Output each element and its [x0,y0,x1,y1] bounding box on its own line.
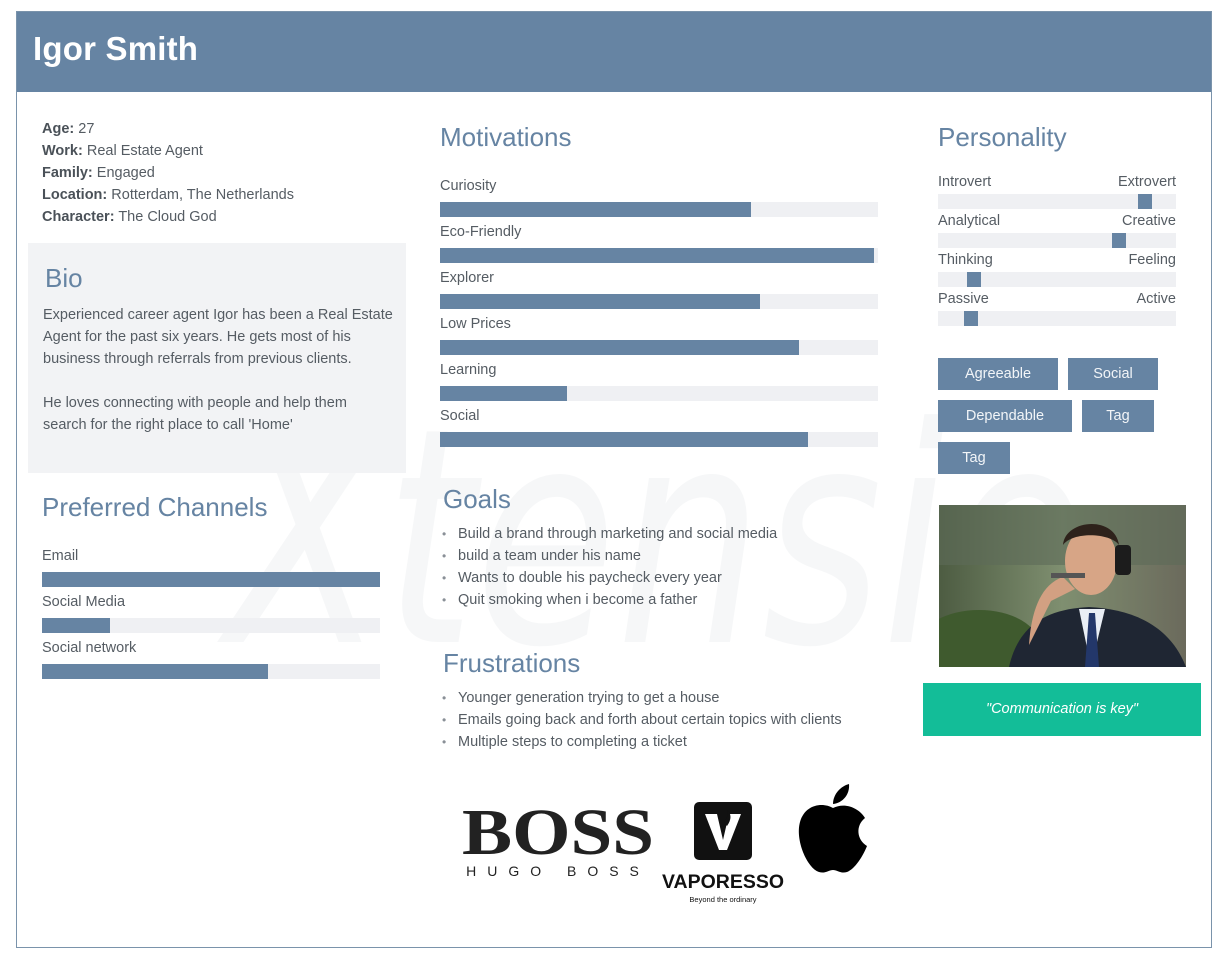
info-character: Character: The Cloud God [42,209,217,225]
motivation-label-learning: Learning [440,362,497,378]
trait-slider-marker [1111,233,1126,248]
frustration-item: Younger generation trying to get a house [441,687,842,709]
motivation-fill-curiosity [440,202,751,217]
frustrations-title: Frustrations [443,648,581,678]
motivation-bar-explorer [440,294,878,309]
motivation-fill-low-prices [440,340,800,355]
motivation-bar-curiosity [440,202,878,217]
channel-bar-email [42,572,380,587]
goals-title: Goals [443,484,511,514]
trait-right-label: Extrovert [1117,174,1176,190]
motivation-label-explorer: Explorer [440,270,494,286]
motivation-fill-social [440,432,808,447]
channel-fill-social-network [42,664,269,679]
channel-label-email: Email [42,548,79,564]
info-family: Family: Engaged [42,165,155,181]
frustration-item: Emails going back and forth about certai… [441,709,842,731]
goal-item: Quit smoking when i become a father [441,589,777,611]
bio-title: Bio [45,263,83,293]
motivation-label-curiosity: Curiosity [440,178,497,194]
channel-label-social-network: Social network [42,640,137,656]
channel-label-social-media: Social Media [42,594,126,610]
info-age: Age: 27 [42,121,95,137]
motivation-label-social: Social [440,408,480,424]
channel-bar-social-media [42,618,380,633]
motivation-bar-learning [440,386,878,401]
trait-right-label: Active [1136,291,1177,307]
trait-left-label: Analytical [938,213,1001,229]
info-location: Location: Rotterdam, The Netherlands [42,187,294,203]
motivation-bar-low-prices [440,340,878,355]
tag-social[interactable]: Social [1068,358,1158,390]
channel-fill-social-media [42,618,110,633]
tag-generic[interactable]: Tag [938,442,1010,474]
goals-list: Build a brand through marketing and soci… [441,523,777,611]
trait-right-label: Creative [1122,213,1176,229]
bio-section: Bio Experienced career agent Igor has be… [28,243,406,473]
trait-slider-marker [1138,194,1153,209]
svg-text:VAPORESSO: VAPORESSO [662,872,784,893]
motivation-bar-social [440,432,878,447]
header-bar: Igor Smith [17,12,1211,92]
persona-card: Igor Smith Xtensio Age: 27 Work: Real Es… [16,11,1212,948]
motivation-label-eco-friendly: Eco-Friendly [440,224,522,240]
trait-slider-marker [964,311,979,326]
trait-left-label: Thinking [938,252,993,268]
bio-paragraph-2: He loves connecting with people and help… [43,395,347,433]
quote-box: "Communication is key" [923,683,1201,736]
channels-title: Preferred Channels [42,492,268,522]
personality-title: Personality [938,122,1067,152]
trait-slider [938,194,1176,209]
trait-slider [938,311,1176,326]
motivation-fill-learning [440,386,568,401]
svg-text:Beyond the ordinary: Beyond the ordinary [689,895,756,904]
motivations-title: Motivations [440,122,572,152]
vaporesso-logo: VAPORESSO Beyond the ordinary [662,802,784,904]
trait-slider [938,233,1176,248]
info-list: Age: 27 Work: Real Estate Agent Family: … [42,118,294,228]
svg-text:HUGO BOSS: HUGO BOSS [466,863,650,879]
personality-row-thinking: Thinking Feeling [938,252,1176,287]
trait-right-label: Feeling [1128,252,1176,268]
motivation-bar-eco-friendly [440,248,878,263]
trait-left-label: Passive [938,291,989,307]
info-work: Work: Real Estate Agent [42,143,203,159]
apple-logo-icon [798,784,867,873]
personality-row-passive: Passive Active [938,291,1176,326]
goal-item: build a team under his name [441,545,777,567]
bio-text: Experienced career agent Igor has been a… [43,304,393,436]
personality-row-introvert: Introvert Extrovert [938,174,1176,209]
frustration-item: Multiple steps to completing a ticket [441,731,842,753]
goal-item: Build a brand through marketing and soci… [441,523,777,545]
motivation-fill-explorer [440,294,760,309]
persona-name: Igor Smith [33,30,199,67]
trait-left-label: Introvert [938,174,992,190]
svg-text:BOSS: BOSS [462,798,654,869]
persona-photo [939,505,1186,667]
trait-slider-marker [966,272,981,287]
hugo-boss-logo: BOSS HUGO BOSS [462,798,654,879]
channel-fill-email [42,572,380,587]
motivation-label-low-prices: Low Prices [440,316,511,332]
frustrations-list: Younger generation trying to get a house… [441,687,842,753]
tag-dependable[interactable]: Dependable [938,400,1072,432]
motivation-fill-eco-friendly [440,248,874,263]
channel-bar-social-network [42,664,380,679]
trait-slider [938,272,1176,287]
personality-row-analytical: Analytical Creative [938,213,1176,248]
tag-generic[interactable]: Tag [1082,400,1154,432]
tag-agreeable[interactable]: Agreeable [938,358,1058,390]
goal-item: Wants to double his paycheck every year [441,567,777,589]
bio-paragraph-1: Experienced career agent Igor has been a… [43,307,393,367]
